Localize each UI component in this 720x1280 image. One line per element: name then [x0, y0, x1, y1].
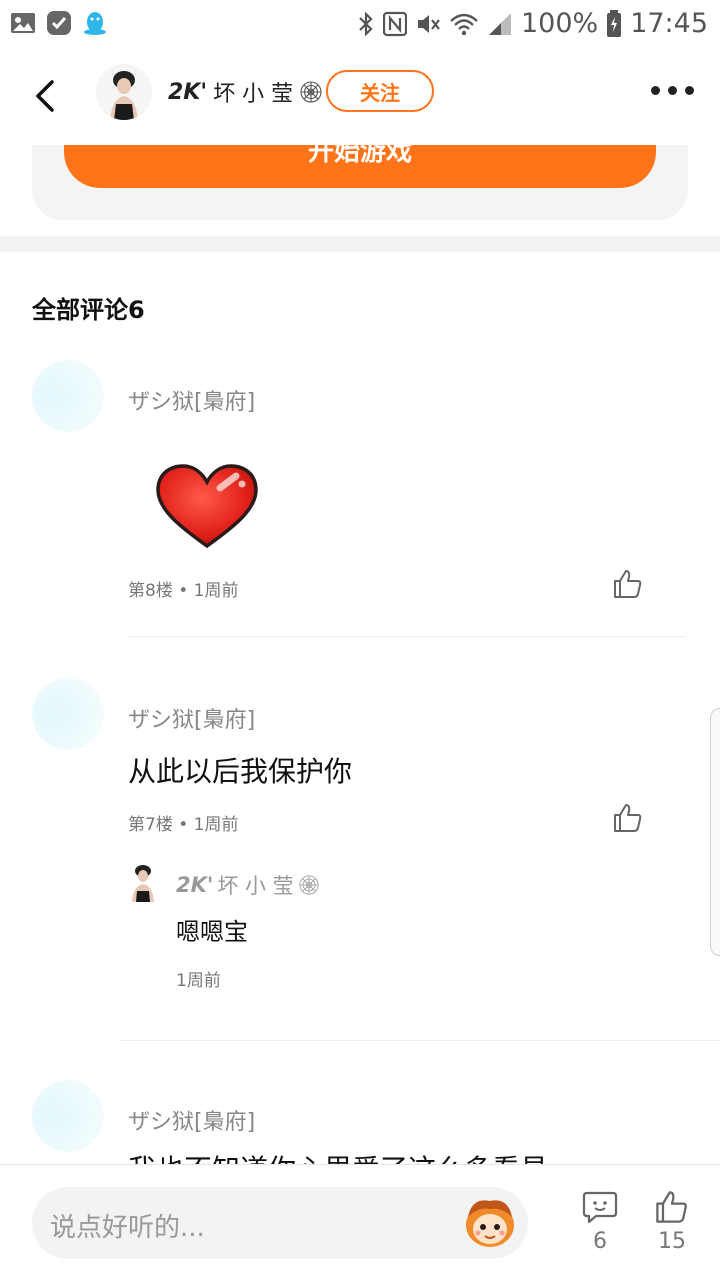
- check-app-icon: [47, 11, 71, 35]
- thumbs-up-icon[interactable]: [612, 802, 644, 834]
- status-bar: 100% 17:45: [0, 0, 720, 50]
- comment-meta: 第7楼 • 1周前: [128, 815, 239, 835]
- comments-button[interactable]: 6: [570, 1189, 630, 1254]
- heart-sticker-icon: [156, 464, 258, 549]
- comment-text: 从此以后我保护你: [128, 755, 353, 788]
- gallery-icon: [11, 13, 35, 33]
- commenter-avatar[interactable]: [32, 678, 104, 750]
- reply-avatar[interactable]: [128, 864, 158, 902]
- comment-author[interactable]: ザシ狱[梟府]: [128, 702, 255, 734]
- wifi-icon: [450, 13, 478, 35]
- battery-percent: 100%: [520, 8, 599, 39]
- battery-charging-icon: [607, 9, 622, 37]
- reply-time: 1周前: [176, 971, 221, 991]
- comment-author[interactable]: ザシ狱[梟府]: [128, 1104, 255, 1136]
- follow-button[interactable]: 关注: [326, 70, 434, 112]
- commenter-avatar[interactable]: [32, 360, 104, 432]
- comment-input[interactable]: 说点好听的...: [32, 1187, 528, 1259]
- commenter-avatar[interactable]: [32, 1080, 104, 1152]
- mute-icon: [417, 14, 440, 33]
- signal-icon: [488, 12, 511, 35]
- comment-meta: 第8楼 • 1周前: [128, 581, 239, 601]
- reply-author-name: 坏 小 莹: [217, 874, 294, 898]
- nfc-icon: [382, 11, 407, 36]
- qq-penguin-icon: [84, 12, 106, 35]
- like-count: 15: [658, 1229, 686, 1254]
- reply-author[interactable]: 2K' 坏 小 莹: [176, 870, 320, 900]
- thumbs-up-icon[interactable]: [612, 568, 644, 600]
- comment-bubble-icon: [582, 1191, 618, 1224]
- mascot-emoji-icon[interactable]: [462, 1197, 518, 1249]
- comment-separator: [120, 1040, 720, 1041]
- username-brand: 2K': [168, 79, 208, 105]
- thumbs-up-icon: [656, 1191, 687, 1223]
- top-nav: 2K' 坏 小 莹 关注: [0, 50, 720, 145]
- comments-title: 全部评论6: [32, 296, 145, 324]
- reply-author-brand: 2K': [176, 873, 214, 897]
- header-username[interactable]: 2K' 坏 小 莹: [168, 76, 323, 108]
- user-portrait-icon: [96, 64, 152, 120]
- scroll-handle[interactable]: [710, 708, 720, 956]
- back-arrow-icon[interactable]: [28, 76, 64, 116]
- comment-input-placeholder: 说点好听的...: [50, 1213, 205, 1243]
- spiderweb-icon: [299, 875, 319, 895]
- user-avatar[interactable]: [96, 64, 152, 120]
- clock: 17:45: [630, 8, 708, 39]
- comment-separator: [128, 636, 686, 637]
- more-options-icon[interactable]: [651, 86, 694, 95]
- comment-count: 6: [593, 1229, 607, 1254]
- bottom-bar: 说点好听的... 6 15: [0, 1164, 720, 1280]
- spiderweb-icon: [300, 81, 322, 103]
- like-button[interactable]: 15: [642, 1189, 702, 1254]
- section-divider: [0, 236, 720, 252]
- comment-author[interactable]: ザシ狱[梟府]: [128, 384, 255, 416]
- username-text: 坏 小 莹: [213, 82, 294, 107]
- reply-text: 嗯嗯宝: [176, 918, 248, 946]
- bluetooth-icon: [359, 10, 373, 37]
